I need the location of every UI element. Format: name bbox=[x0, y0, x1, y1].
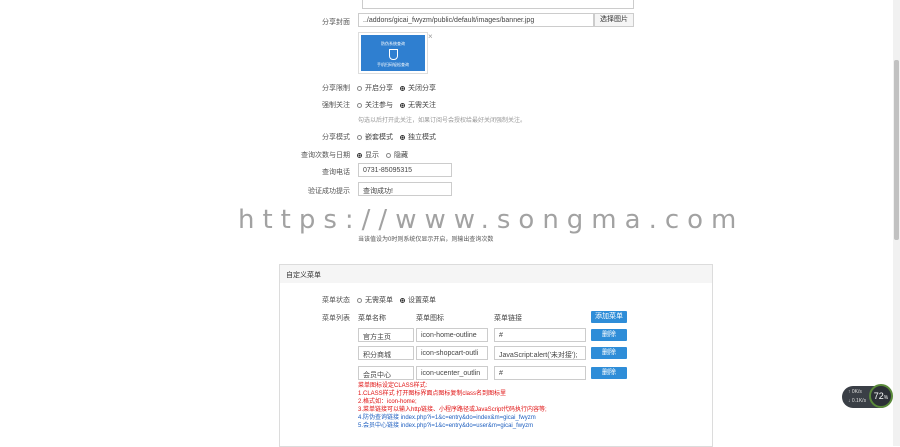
menu-note-line: 菜单图标设定CLASS样式: bbox=[358, 383, 428, 389]
menu-name-input[interactable]: 积分商城 bbox=[358, 346, 414, 360]
share-limit-label: 分享限制 bbox=[322, 85, 350, 92]
up-arrow-icon: ↑ bbox=[848, 389, 851, 395]
speed-widget[interactable]: ↑ 0K/s ↓ 0.1K/s 72% bbox=[842, 384, 893, 408]
share-mode-label: 分享模式 bbox=[322, 134, 350, 141]
follow-join-radio[interactable]: 关注参与 bbox=[357, 100, 393, 110]
follow-label: 强制关注 bbox=[322, 102, 350, 109]
thumb-subtitle: 手机扫码轻松查询 bbox=[377, 62, 409, 67]
menu-list-label: 菜单列表 bbox=[322, 315, 350, 322]
obscured-hint: 当该值设为0时则系统仅显示开启，则输出查询次数 bbox=[358, 237, 494, 243]
hide-radio[interactable]: 隐藏 bbox=[386, 150, 408, 160]
mode-nested-radio[interactable]: 嵌套模式 bbox=[357, 132, 393, 142]
menu-set-radio[interactable]: 设置菜单 bbox=[400, 295, 436, 305]
menu-note-line: 4.防伪查询链接 index.php?i=1&c=entry&do=index&… bbox=[358, 415, 536, 421]
menu-name-input[interactable]: 会员中心 bbox=[358, 366, 414, 380]
share-image-path-input[interactable]: ../addons/gicai_fwyzm/public/default/ima… bbox=[358, 13, 594, 27]
add-menu-button[interactable]: 添加菜单 bbox=[591, 311, 627, 323]
radio-icon[interactable] bbox=[357, 297, 362, 303]
col-link-header: 菜单链接 bbox=[494, 315, 522, 322]
down-arrow-icon: ↓ bbox=[848, 398, 851, 404]
share-close-radio[interactable]: 关闭分享 bbox=[400, 83, 436, 93]
menu-name-input[interactable]: 官方主页 bbox=[358, 328, 414, 342]
menu-none-radio[interactable]: 无需菜单 bbox=[357, 295, 393, 305]
radio-checked-icon[interactable] bbox=[400, 102, 405, 108]
mode-independent-radio[interactable]: 独立模式 bbox=[400, 132, 436, 142]
menu-link-input[interactable]: JavaScript:alert('未对接'); bbox=[494, 346, 586, 360]
follow-hint: 勾选以后打开此关注，如果订阅号会授权给最好关闭强制关注。 bbox=[358, 118, 527, 124]
share-image-thumbnail: 防伪系统查询 手机扫码轻松查询 bbox=[358, 32, 428, 74]
hotline-label: 查询电话 bbox=[322, 169, 350, 176]
menu-note-line: 1.CLASS样式 打开图标界面点图标复制class名到图标里 bbox=[358, 391, 507, 397]
menu-notes: 菜单图标设定CLASS样式: 1.CLASS样式 打开图标界面点图标复制class… bbox=[358, 382, 547, 430]
textarea-bottom[interactable] bbox=[362, 0, 634, 9]
menu-icon-input[interactable]: icon-ucenter_outlin bbox=[416, 366, 488, 380]
memory-gauge: 72% bbox=[869, 384, 893, 408]
menu-icon-input[interactable]: icon-home-outline bbox=[416, 328, 488, 342]
success-tip-input[interactable]: 查询成功! bbox=[358, 182, 452, 196]
query-count-label: 查询次数与日期 bbox=[301, 152, 350, 159]
thumb-title: 防伪系统查询 bbox=[381, 41, 405, 46]
radio-checked-icon[interactable] bbox=[400, 85, 405, 91]
menu-note-line: 2.格式如：icon-home; bbox=[358, 399, 417, 405]
delete-menu-button[interactable]: 删除 bbox=[591, 329, 627, 341]
radio-checked-icon[interactable] bbox=[400, 134, 405, 140]
custom-menu-header: 自定义菜单 bbox=[279, 264, 713, 284]
scrollbar-thumb[interactable] bbox=[894, 60, 899, 240]
menu-link-input[interactable]: # bbox=[494, 366, 586, 380]
col-name-header: 菜单名称 bbox=[358, 315, 386, 322]
hotline-input[interactable]: 0731-85095315 bbox=[358, 163, 452, 177]
menu-status-label: 菜单状态 bbox=[322, 297, 350, 304]
menu-link-input[interactable]: # bbox=[494, 328, 586, 342]
menu-note-line: 3.菜单链接可以输入http链接、小程序路径或JavaScript代码执行内容等… bbox=[358, 407, 547, 413]
radio-icon[interactable] bbox=[357, 85, 362, 91]
radio-checked-icon[interactable] bbox=[357, 152, 362, 158]
upload-speed: ↑ 0K/s bbox=[848, 389, 862, 395]
delete-menu-button[interactable]: 删除 bbox=[591, 347, 627, 359]
download-speed: ↓ 0.1K/s bbox=[848, 398, 867, 404]
radio-icon[interactable] bbox=[357, 102, 362, 108]
menu-icon-input[interactable]: icon-shopcart-outli bbox=[416, 346, 488, 360]
shield-icon bbox=[388, 49, 398, 60]
radio-icon[interactable] bbox=[386, 152, 391, 158]
share-open-radio[interactable]: 开启分享 bbox=[357, 83, 393, 93]
follow-none-radio[interactable]: 无需关注 bbox=[400, 100, 436, 110]
custom-menu-title: 自定义菜单 bbox=[286, 272, 321, 279]
remove-image-icon[interactable]: × bbox=[428, 32, 433, 41]
select-image-button[interactable]: 选择图片 bbox=[594, 13, 634, 27]
success-tip-label: 验证成功提示 bbox=[308, 188, 350, 195]
radio-checked-icon[interactable] bbox=[400, 297, 405, 303]
delete-menu-button[interactable]: 删除 bbox=[591, 367, 627, 379]
col-icon-header: 菜单图标 bbox=[416, 315, 444, 322]
show-radio[interactable]: 显示 bbox=[357, 150, 379, 160]
watermark-text: https://www.songma.com bbox=[238, 205, 745, 235]
radio-icon[interactable] bbox=[357, 134, 362, 140]
menu-note-line: 5.会员中心链接 index.php?i=1&c=entry&do=user&m… bbox=[358, 423, 534, 429]
share-image-label: 分享封面 bbox=[322, 19, 350, 26]
